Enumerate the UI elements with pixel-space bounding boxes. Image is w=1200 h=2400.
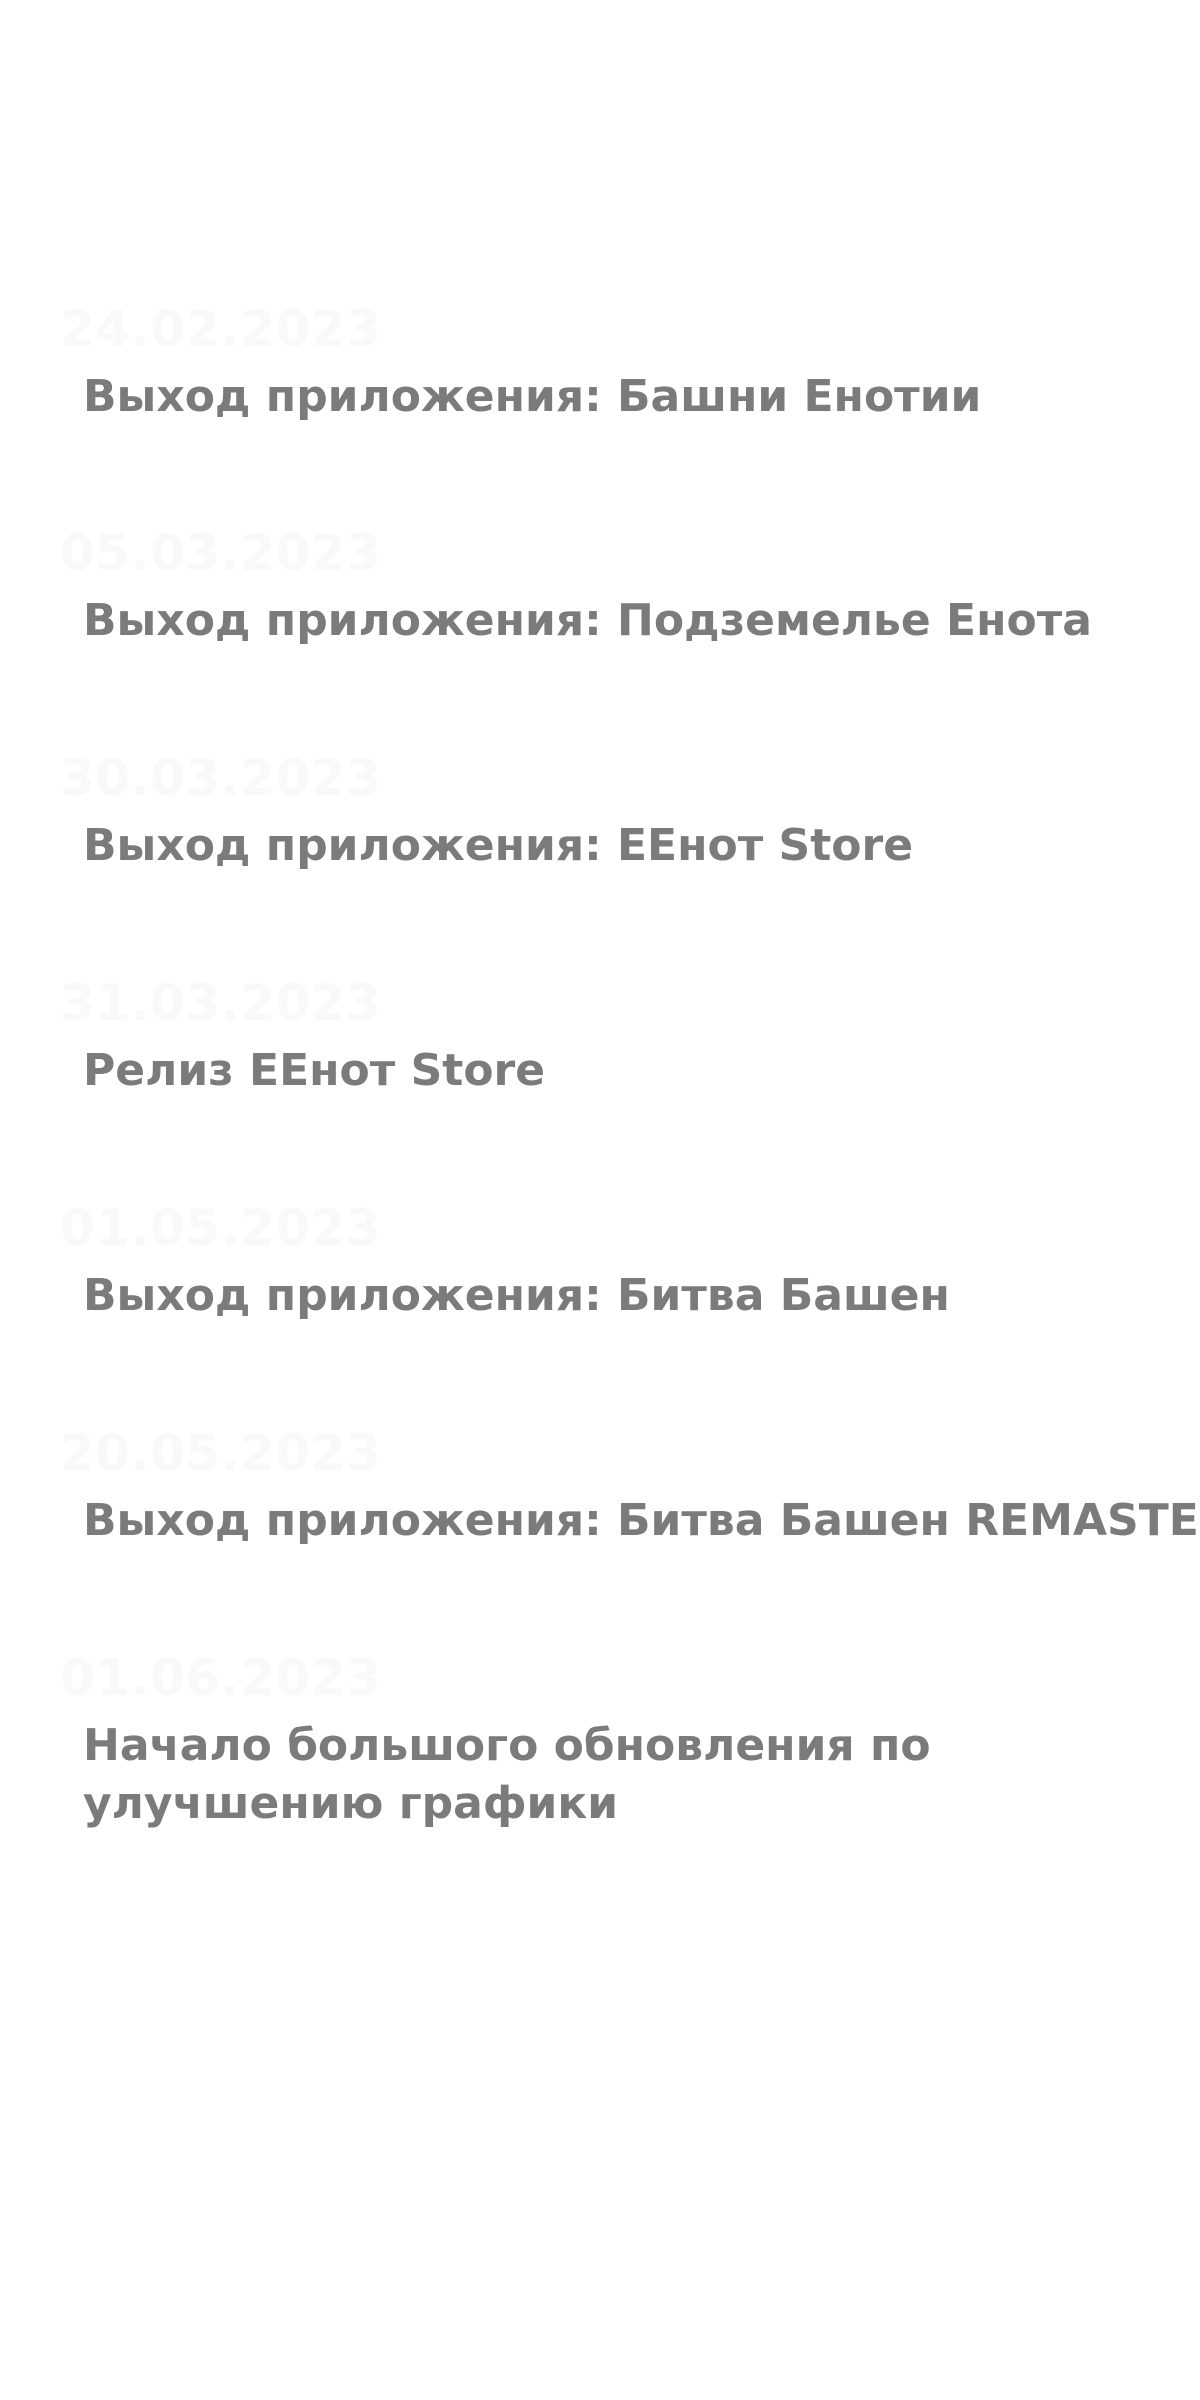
event-date: 30.03.2023	[60, 749, 382, 807]
event-date: 24.02.2023	[60, 300, 382, 358]
events-timeline: 24.02.2023 Выход приложения: Башни Еноти…	[0, 0, 1200, 2400]
event-title: Начало большого обновления по улучшению …	[83, 1720, 931, 1829]
event-title: Выход приложения: Битва Башен	[83, 1270, 950, 1321]
event-title: Выход приложения: Битва Башен REMASTER	[83, 1495, 1200, 1546]
event-title: Релиз ЕЕнот Store	[83, 1045, 546, 1096]
event-title: Выход приложения: Башни Енотии	[83, 371, 982, 422]
event-date: 01.05.2023	[60, 1199, 382, 1257]
event-title: Выход приложения: Подземелье Енота	[83, 595, 1092, 646]
event-title: Выход приложения: ЕЕнот Store	[83, 820, 914, 871]
event-date: 01.06.2023	[60, 1649, 382, 1707]
event-date: 20.05.2023	[60, 1424, 382, 1482]
event-date: 31.03.2023	[60, 974, 382, 1032]
event-date: 05.03.2023	[60, 524, 382, 582]
